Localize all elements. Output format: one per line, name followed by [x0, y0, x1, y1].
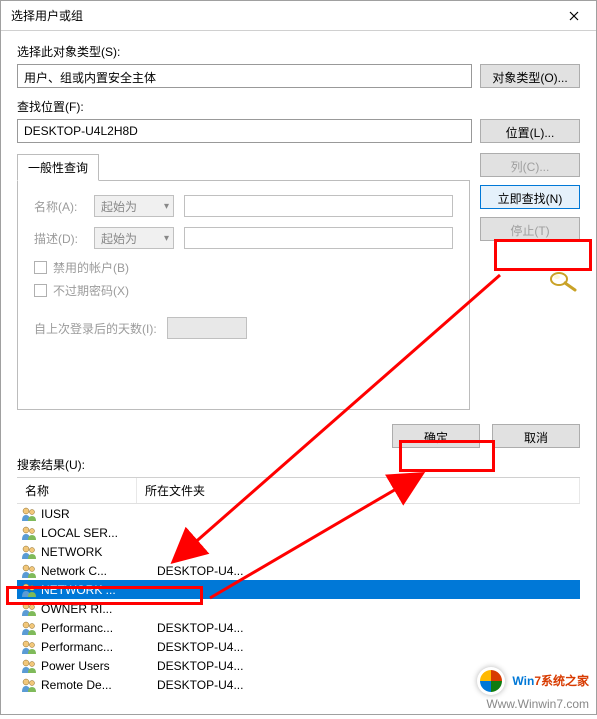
user-group-icon — [21, 563, 37, 579]
desc-match-combo[interactable]: 起始为 ▾ — [94, 227, 174, 249]
user-group-icon — [21, 544, 37, 560]
user-group-icon — [21, 525, 37, 541]
search-icon — [544, 269, 580, 293]
list-item[interactable]: LOCAL SER... — [17, 523, 580, 542]
list-item[interactable]: IUSR — [17, 504, 580, 523]
user-group-icon — [21, 601, 37, 617]
disabled-accounts-checkbox[interactable] — [34, 261, 47, 274]
list-item[interactable]: Network C...DESKTOP-U4... — [17, 561, 580, 580]
name-input[interactable] — [184, 195, 453, 217]
window-title: 选择用户或组 — [11, 7, 83, 24]
locations-button[interactable]: 位置(L)... — [480, 119, 580, 143]
user-group-icon — [21, 620, 37, 636]
side-buttons: 列(C)... 立即查找(N) 停止(T) — [480, 153, 580, 410]
chevron-down-icon: ▾ — [164, 233, 169, 244]
list-item[interactable]: OWNER RI... — [17, 599, 580, 618]
name-label: 名称(A): — [34, 198, 84, 215]
find-now-button[interactable]: 立即查找(N) — [480, 185, 580, 209]
days-since-logon-stepper[interactable] — [167, 317, 247, 339]
chevron-down-icon: ▾ — [164, 201, 169, 212]
user-group-icon — [21, 582, 37, 598]
desc-match-value: 起始为 — [101, 230, 137, 247]
item-name: NETWORK ... — [41, 583, 153, 597]
item-name: OWNER RI... — [41, 602, 153, 616]
nonexpire-password-checkbox[interactable] — [34, 284, 47, 297]
object-types-button[interactable]: 对象类型(O)... — [480, 64, 580, 88]
desc-label: 描述(D): — [34, 230, 84, 247]
days-since-logon-label: 自上次登录后的天数(I): — [34, 320, 157, 337]
desc-input[interactable] — [184, 227, 453, 249]
close-button[interactable] — [551, 1, 596, 31]
user-group-icon — [21, 658, 37, 674]
user-group-icon — [21, 506, 37, 522]
dialog-window: 选择用户或组 选择此对象类型(S): 用户、组或内置安全主体 对象类型(O)..… — [0, 0, 597, 715]
results-list[interactable]: IUSRLOCAL SER...NETWORKNetwork C...DESKT… — [17, 504, 580, 704]
columns-header: 名称 所在文件夹 — [17, 478, 580, 504]
cancel-button[interactable]: 取消 — [492, 424, 580, 448]
user-group-icon — [21, 677, 37, 693]
stop-button[interactable]: 停止(T) — [480, 217, 580, 241]
item-folder: DESKTOP-U4... — [153, 621, 576, 635]
nonexpire-password-label: 不过期密码(X) — [53, 282, 129, 299]
item-folder: DESKTOP-U4... — [153, 678, 576, 692]
location-field[interactable]: DESKTOP-U4L2H8D — [17, 119, 472, 143]
list-item[interactable]: Performanc...DESKTOP-U4... — [17, 637, 580, 656]
object-type-label: 选择此对象类型(S): — [17, 43, 580, 60]
item-name: Remote De... — [41, 678, 153, 692]
tab-common-queries[interactable]: 一般性查询 — [17, 154, 99, 181]
list-item[interactable]: NETWORK — [17, 542, 580, 561]
titlebar: 选择用户或组 — [1, 1, 596, 31]
disabled-accounts-label: 禁用的帐户(B) — [53, 259, 129, 276]
user-group-icon — [21, 639, 37, 655]
item-name: Performanc... — [41, 621, 153, 635]
common-queries-tabbox: 一般性查询 名称(A): 起始为 ▾ 描述(D): 起始为 — [17, 153, 470, 410]
object-type-field[interactable]: 用户、组或内置安全主体 — [17, 64, 472, 88]
column-folder[interactable]: 所在文件夹 — [137, 478, 580, 503]
list-item[interactable]: Remote De...DESKTOP-U4... — [17, 675, 580, 694]
item-folder: DESKTOP-U4... — [153, 659, 576, 673]
list-item[interactable]: Performanc...DESKTOP-U4... — [17, 618, 580, 637]
item-name: NETWORK — [41, 545, 153, 559]
close-icon — [569, 11, 579, 21]
list-item[interactable]: Power UsersDESKTOP-U4... — [17, 656, 580, 675]
results-table: 名称 所在文件夹 IUSR LOCAL SER... NETWORK Network … — [17, 477, 580, 704]
ok-button[interactable]: 确定 — [392, 424, 480, 448]
column-name[interactable]: 名称 — [17, 478, 137, 503]
results-label: 搜索结果(U): — [17, 456, 580, 473]
columns-button[interactable]: 列(C)... — [480, 153, 580, 177]
item-name: Power Users — [41, 659, 153, 673]
tab-panel: 名称(A): 起始为 ▾ 描述(D): 起始为 ▾ — [17, 180, 470, 410]
item-name: IUSR — [41, 507, 153, 521]
location-label: 查找位置(F): — [17, 98, 580, 115]
name-match-value: 起始为 — [101, 198, 137, 215]
item-name: Performanc... — [41, 640, 153, 654]
name-match-combo[interactable]: 起始为 ▾ — [94, 195, 174, 217]
item-name: Network C... — [41, 564, 153, 578]
list-item[interactable]: NETWORK ... — [17, 580, 580, 599]
item-folder: DESKTOP-U4... — [153, 564, 576, 578]
dialog-content: 选择此对象类型(S): 用户、组或内置安全主体 对象类型(O)... 查找位置(… — [1, 31, 596, 714]
item-name: LOCAL SER... — [41, 526, 153, 540]
item-folder: DESKTOP-U4... — [153, 640, 576, 654]
